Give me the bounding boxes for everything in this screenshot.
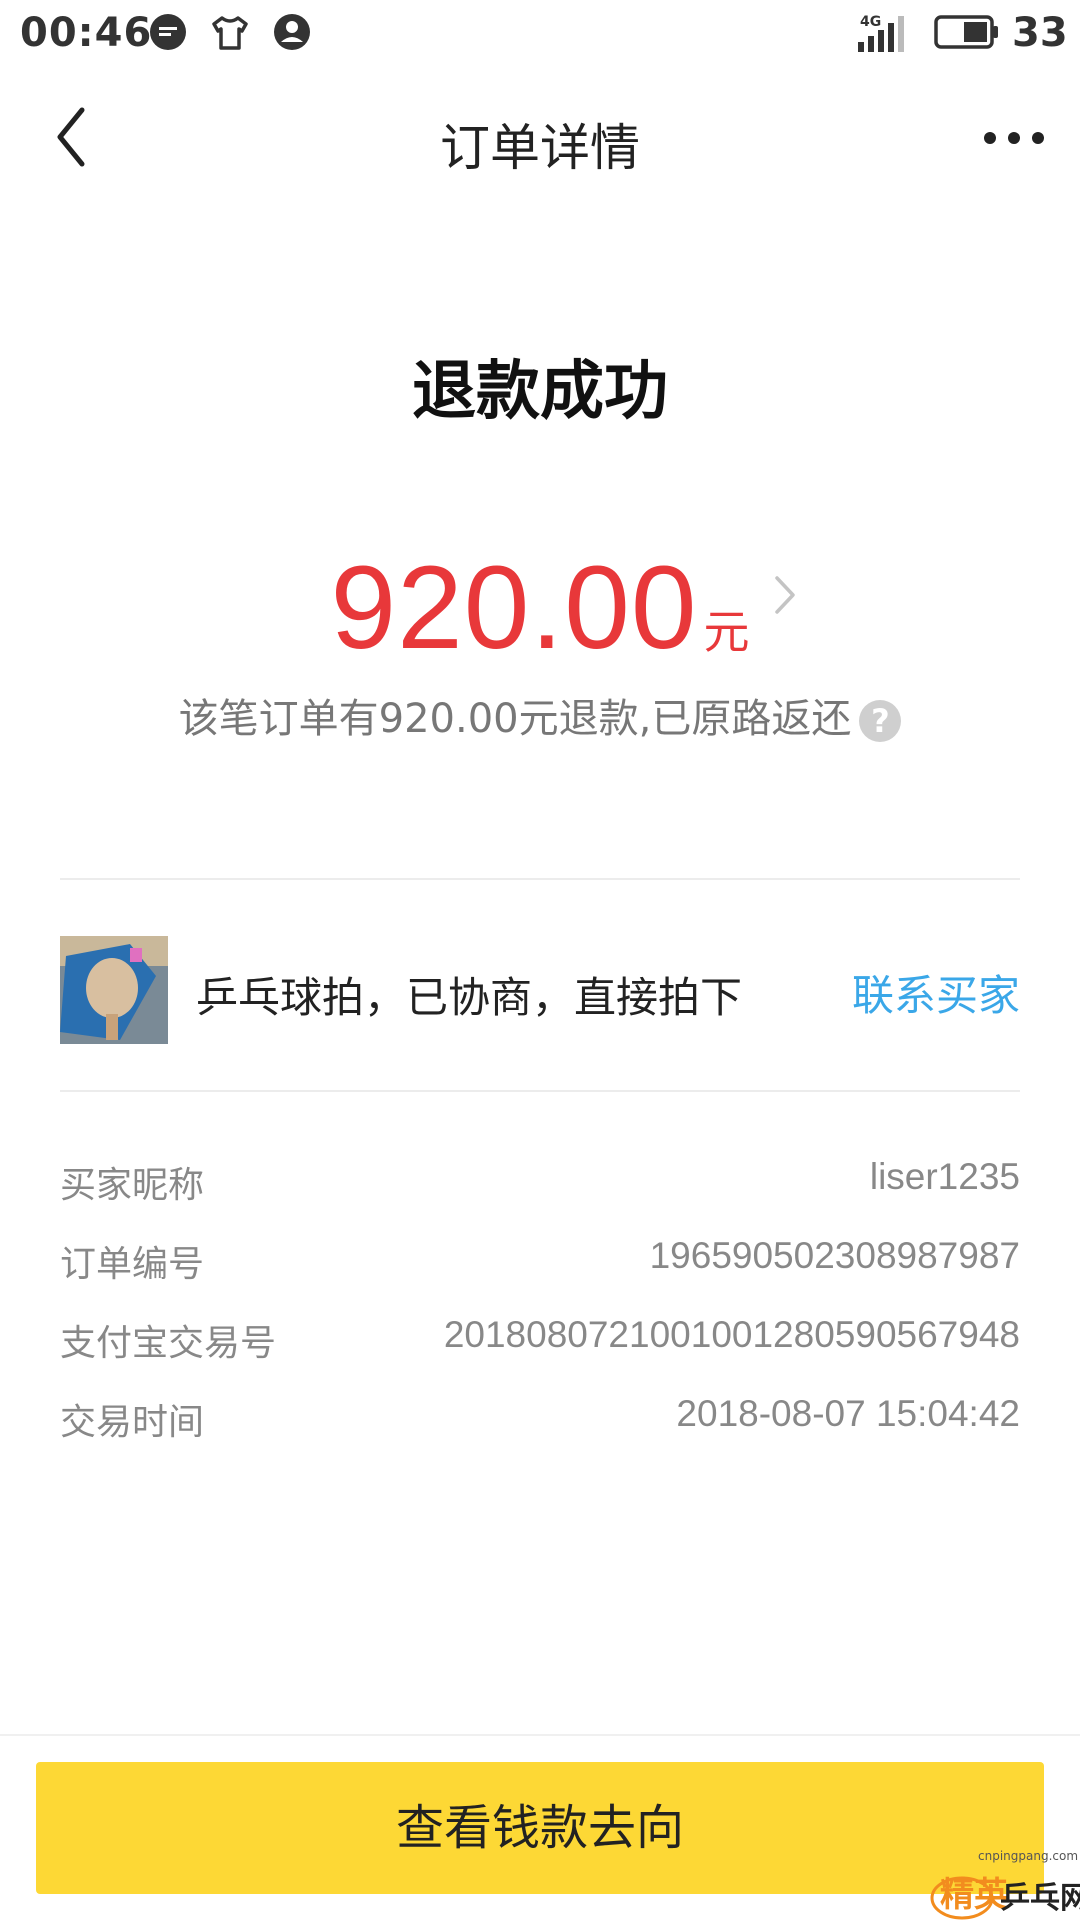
signal-icon — [856, 14, 912, 52]
svg-text:精英: 精英 — [940, 1875, 1009, 1915]
refund-note-text: 该笔订单有920.00元退款,已原路返还 — [178, 696, 852, 742]
battery-icon — [934, 14, 1000, 50]
detail-row-time: 交易时间 2018-08-07 15:04:42 — [60, 1393, 1020, 1453]
product-title: 乒乓球拍，已协商，直接拍下 — [196, 973, 743, 1022]
product-thumbnail[interactable] — [60, 936, 168, 1044]
status-bar: 00:46 4G 33 — [0, 0, 1080, 70]
order-detail-screen: 00:46 4G 33 订单详情 退款成功 920.00 元 该笔订单有920.… — [0, 0, 1080, 1920]
footer-divider — [0, 1734, 1080, 1736]
refund-note: 该笔订单有920.00元退款,已原路返还? — [0, 686, 1080, 744]
detail-label: 支付宝交易号 — [60, 1323, 277, 1364]
amount-value: 920.00 — [330, 542, 698, 674]
contact-buyer-button[interactable]: 联系买家 — [852, 962, 1020, 1023]
buyer-nickname: liser1235 — [869, 1156, 1020, 1197]
order-number: 196590502308987987 — [649, 1235, 1020, 1276]
more-dots-icon — [984, 132, 1044, 144]
chevron-right-icon[interactable] — [770, 570, 800, 620]
refund-amount[interactable]: 920.00 元 — [0, 540, 1080, 674]
divider — [60, 1090, 1020, 1092]
view-funds-flow-button[interactable]: 查看钱款去向 — [36, 1762, 1044, 1894]
detail-label: 交易时间 — [60, 1402, 205, 1443]
status-time: 00:46 — [20, 10, 153, 56]
detail-label: 订单编号 — [60, 1244, 205, 1285]
svg-text:cnpingpang.com: cnpingpang.com — [978, 1849, 1078, 1863]
transaction-time: 2018-08-07 15:04:42 — [676, 1393, 1020, 1434]
battery-level: 33 — [1012, 10, 1068, 56]
detail-row-buyer: 买家昵称 liser1235 — [60, 1156, 1020, 1216]
refund-status: 退款成功 — [412, 355, 668, 429]
svg-text:乒乓网: 乒乓网 — [1000, 1881, 1080, 1916]
help-icon[interactable]: ? — [859, 700, 902, 742]
more-button[interactable] — [980, 120, 1050, 156]
nav-bar: 订单详情 — [0, 80, 1080, 198]
detail-row-alipay-no: 支付宝交易号 2018080721001001280590567948 — [60, 1314, 1020, 1374]
detail-label: 买家昵称 — [60, 1165, 205, 1206]
page-title: 订单详情 — [440, 119, 640, 177]
account-icon — [272, 12, 312, 52]
shirt-icon — [210, 12, 250, 52]
divider — [60, 878, 1020, 880]
alipay-transaction-number: 2018080721001001280590567948 — [443, 1314, 1020, 1355]
amount-unit: 元 — [703, 605, 750, 659]
detail-row-order-no: 订单编号 196590502308987987 — [60, 1235, 1020, 1295]
message-icon — [148, 12, 188, 52]
watermark-logo: 精英 乒乓网 cnpingpang.com — [900, 1838, 1080, 1920]
